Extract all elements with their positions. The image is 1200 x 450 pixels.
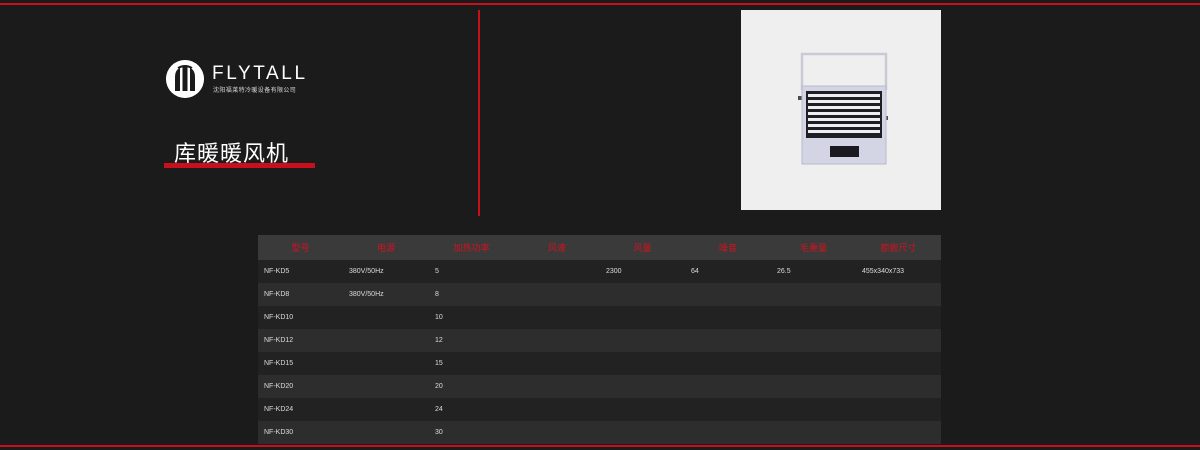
cell-heating-power: 15 xyxy=(429,352,514,375)
table-row: NF-KD24 24 xyxy=(258,398,941,421)
cell-dimensions xyxy=(856,306,941,329)
cell-noise: 64 xyxy=(685,260,771,283)
cell-heating-power: 20 xyxy=(429,375,514,398)
vertical-divider xyxy=(478,10,480,216)
cell-noise xyxy=(685,283,771,306)
cell-wind-speed xyxy=(514,283,600,306)
cell-model: NF-KD5 xyxy=(258,260,343,283)
cell-air-volume xyxy=(600,375,685,398)
cell-noise xyxy=(685,329,771,352)
cell-power-supply xyxy=(343,306,429,329)
bottom-red-rule xyxy=(0,445,1200,447)
cell-heating-power: 8 xyxy=(429,283,514,306)
table-row: NF-KD12 12 xyxy=(258,329,941,352)
cell-gross-weight xyxy=(771,306,856,329)
table-row: NF-KD20 20 xyxy=(258,375,941,398)
cell-wind-speed xyxy=(514,375,600,398)
cell-wind-speed xyxy=(514,398,600,421)
table-row: NF-KD30 30 xyxy=(258,421,941,444)
cell-air-volume xyxy=(600,398,685,421)
cell-gross-weight xyxy=(771,283,856,306)
cell-model: NF-KD24 xyxy=(258,398,343,421)
cell-gross-weight xyxy=(771,375,856,398)
header-wind-speed: 风速 xyxy=(514,235,600,260)
table-row: NF-KD5 380V/50Hz 5 2300 64 26.5 455x340x… xyxy=(258,260,941,283)
cell-power-supply xyxy=(343,352,429,375)
top-red-rule xyxy=(0,3,1200,5)
cell-heating-power: 10 xyxy=(429,306,514,329)
cell-gross-weight xyxy=(771,421,856,444)
cell-wind-speed xyxy=(514,306,600,329)
cell-power-supply xyxy=(343,375,429,398)
brand-emblem-icon xyxy=(166,60,204,98)
cell-noise xyxy=(685,375,771,398)
brand-name: FLYTALL xyxy=(212,63,308,84)
cell-air-volume xyxy=(600,352,685,375)
cell-noise xyxy=(685,352,771,375)
cell-model: NF-KD30 xyxy=(258,421,343,444)
cell-dimensions xyxy=(856,283,941,306)
cell-gross-weight xyxy=(771,398,856,421)
cell-air-volume xyxy=(600,283,685,306)
cell-gross-weight xyxy=(771,352,856,375)
cell-gross-weight: 26.5 xyxy=(771,260,856,283)
unit-heater-illustration xyxy=(741,10,941,210)
cell-dimensions xyxy=(856,352,941,375)
header-model: 型号 xyxy=(258,235,343,260)
spec-table-header: 型号 电源 加热功率 风速 风量 噪音 毛重量 额嵌尺寸 xyxy=(258,235,941,260)
cell-power-supply xyxy=(343,421,429,444)
cell-model: NF-KD20 xyxy=(258,375,343,398)
cell-wind-speed xyxy=(514,421,600,444)
cell-dimensions xyxy=(856,375,941,398)
cell-dimensions xyxy=(856,398,941,421)
header-dimensions: 额嵌尺寸 xyxy=(856,235,941,260)
cell-power-supply xyxy=(343,398,429,421)
cell-wind-speed xyxy=(514,329,600,352)
cell-wind-speed xyxy=(514,260,600,283)
title-underline xyxy=(164,163,315,168)
cell-noise xyxy=(685,306,771,329)
cell-heating-power: 12 xyxy=(429,329,514,352)
cell-power-supply xyxy=(343,329,429,352)
table-row: NF-KD10 10 xyxy=(258,306,941,329)
cell-heating-power: 5 xyxy=(429,260,514,283)
cell-noise xyxy=(685,421,771,444)
table-row: NF-KD8 380V/50Hz 8 xyxy=(258,283,941,306)
cell-model: NF-KD10 xyxy=(258,306,343,329)
header-gross-weight: 毛重量 xyxy=(771,235,856,260)
brand-company-name: 沈阳福莱特冷暖设备有限公司 xyxy=(213,87,297,94)
cell-power-supply: 380V/50Hz xyxy=(343,283,429,306)
cell-heating-power: 24 xyxy=(429,398,514,421)
cell-model: NF-KD8 xyxy=(258,283,343,306)
header-noise: 噪音 xyxy=(685,235,771,260)
table-row: NF-KD15 15 xyxy=(258,352,941,375)
cell-dimensions xyxy=(856,421,941,444)
cell-dimensions xyxy=(856,329,941,352)
cell-air-volume xyxy=(600,421,685,444)
cell-gross-weight xyxy=(771,329,856,352)
header-power-supply: 电源 xyxy=(343,235,429,260)
cell-air-volume xyxy=(600,329,685,352)
cell-power-supply: 380V/50Hz xyxy=(343,260,429,283)
header-heating-power: 加热功率 xyxy=(429,235,514,260)
cell-air-volume xyxy=(600,306,685,329)
spec-table: 型号 电源 加热功率 风速 风量 噪音 毛重量 额嵌尺寸 NF-KD5 380V… xyxy=(258,235,941,444)
cell-dimensions: 455x340x733 xyxy=(856,260,941,283)
header-air-volume: 风量 xyxy=(600,235,685,260)
cell-wind-speed xyxy=(514,352,600,375)
cell-model: NF-KD15 xyxy=(258,352,343,375)
cell-noise xyxy=(685,398,771,421)
cell-air-volume: 2300 xyxy=(600,260,685,283)
cell-model: NF-KD12 xyxy=(258,329,343,352)
product-image xyxy=(741,10,941,210)
cell-heating-power: 30 xyxy=(429,421,514,444)
